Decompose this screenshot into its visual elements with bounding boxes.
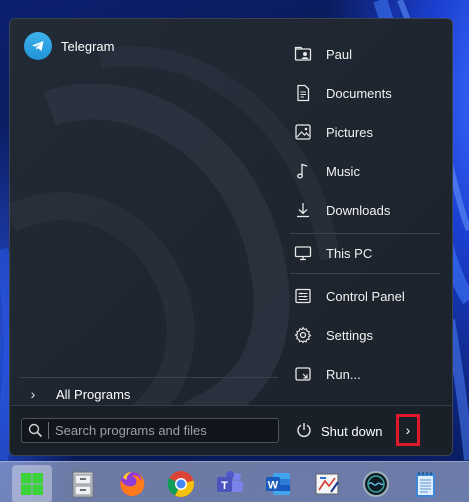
- taskbar-chrome[interactable]: [161, 465, 201, 502]
- right-item-documents[interactable]: Documents: [290, 78, 440, 108]
- right-item-paul[interactable]: Paul: [290, 39, 440, 69]
- start-menu: Telegram › All Programs Paul Documents P…: [9, 18, 453, 456]
- right-item-label: Documents: [326, 85, 392, 101]
- control-panel-icon: [290, 281, 316, 311]
- teams-icon: T: [217, 471, 243, 492]
- right-item-downloads[interactable]: Downloads: [290, 195, 440, 225]
- taskbar-notepad[interactable]: [405, 465, 445, 502]
- windows-logo-icon: [21, 473, 43, 495]
- paint-icon: [315, 473, 339, 495]
- start-button[interactable]: [12, 465, 52, 502]
- run-icon: [290, 359, 316, 389]
- right-item-control-panel[interactable]: Control Panel: [290, 281, 440, 311]
- search-icon: [22, 419, 48, 442]
- taskbar-word[interactable]: W: [258, 465, 298, 502]
- monitor-icon: [290, 238, 316, 268]
- right-item-label: Music: [326, 163, 360, 179]
- start-menu-bottom-bar: Shut down ›: [10, 405, 452, 455]
- power-icon: [295, 421, 313, 442]
- taskbar-paint[interactable]: [307, 465, 347, 502]
- right-item-label: This PC: [326, 245, 373, 261]
- taskbar: T W: [0, 461, 469, 502]
- all-programs-button[interactable]: › All Programs: [20, 381, 280, 407]
- left-divider: [20, 377, 278, 378]
- music-note-icon: [290, 156, 316, 186]
- taskbar-circle-app[interactable]: [356, 465, 396, 502]
- all-programs-label: All Programs: [56, 386, 131, 402]
- taskbar-file-explorer[interactable]: [63, 465, 103, 502]
- right-item-settings[interactable]: Settings: [290, 320, 440, 350]
- right-divider: [290, 233, 440, 234]
- search-box[interactable]: [21, 418, 279, 443]
- right-item-music[interactable]: Music: [290, 156, 440, 186]
- taskbar-teams[interactable]: T: [210, 465, 250, 502]
- telegram-icon: [24, 32, 52, 60]
- gear-icon: [290, 320, 316, 350]
- file-cabinet-icon: [72, 471, 94, 498]
- pinned-app-telegram[interactable]: Telegram: [20, 29, 118, 63]
- right-item-label: Downloads: [326, 202, 391, 218]
- firefox-icon: [120, 471, 145, 496]
- circle-app-icon: [363, 471, 389, 497]
- chevron-right-icon: ›: [30, 386, 36, 402]
- chrome-icon: [167, 471, 194, 497]
- right-item-label: Run...: [326, 366, 361, 382]
- right-item-this-pc[interactable]: This PC: [290, 238, 440, 268]
- search-separator: [48, 422, 49, 439]
- document-icon: [290, 78, 316, 108]
- right-item-run[interactable]: Run...: [290, 359, 440, 389]
- notepad-icon: [416, 472, 435, 497]
- word-letter: W: [268, 480, 279, 492]
- search-input[interactable]: [55, 423, 278, 438]
- pinned-app-label: Telegram: [61, 38, 115, 54]
- shutdown-button[interactable]: Shut down: [295, 416, 382, 446]
- right-item-label: Pictures: [326, 124, 373, 140]
- right-item-pictures[interactable]: Pictures: [290, 117, 440, 147]
- picture-icon: [290, 117, 316, 147]
- right-item-label: Control Panel: [326, 288, 405, 304]
- teams-letter: T: [221, 480, 228, 492]
- right-divider: [290, 273, 440, 274]
- right-item-label: Paul: [326, 46, 353, 62]
- user-folder-icon: [290, 39, 316, 69]
- taskbar-firefox[interactable]: [112, 465, 152, 502]
- download-icon: [290, 195, 316, 225]
- shutdown-options-button[interactable]: ›: [396, 414, 420, 446]
- chevron-right-icon: ›: [405, 422, 411, 438]
- word-icon: W: [266, 473, 290, 495]
- shutdown-label: Shut down: [321, 423, 383, 439]
- right-item-label: Settings: [326, 327, 373, 343]
